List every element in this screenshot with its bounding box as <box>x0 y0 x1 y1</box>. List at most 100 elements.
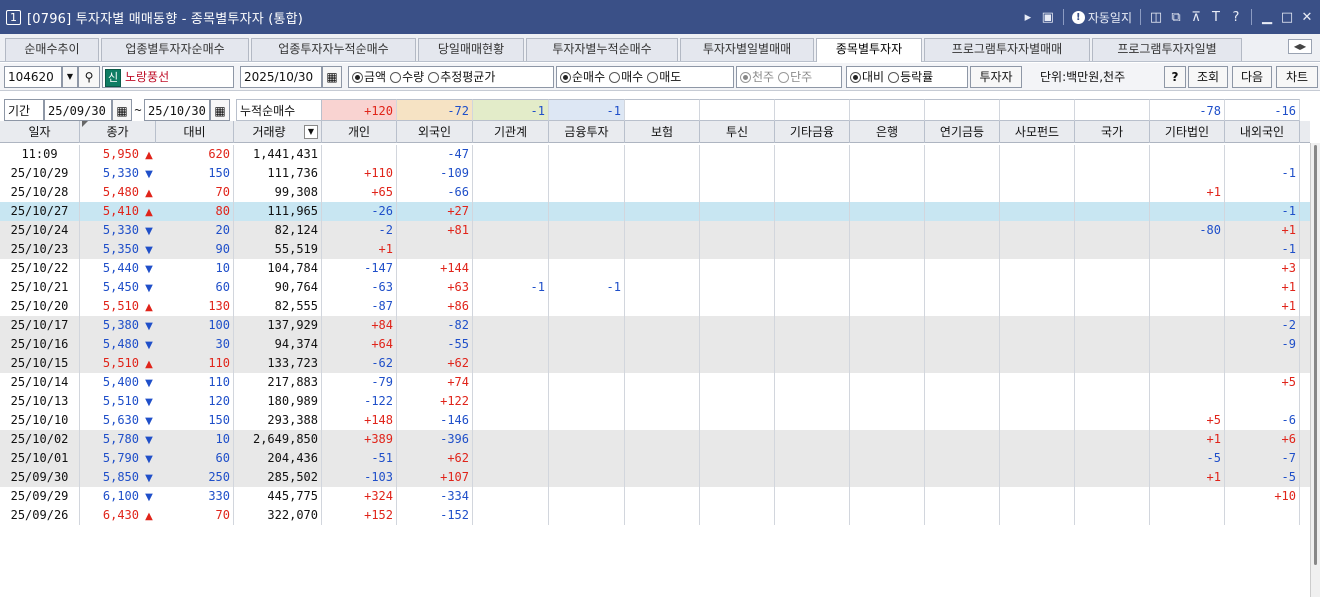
calendar-icon[interactable]: ▦ <box>322 66 342 88</box>
table-row[interactable]: 25/10/22 5,440 ▼ 10 104,784 -147 +144 +3 <box>0 259 1310 278</box>
col-date[interactable]: 일자 <box>0 121 80 143</box>
table-row[interactable]: 25/10/23 5,350 ▼ 90 55,519 +1 -1 <box>0 240 1310 259</box>
col-institution[interactable]: 기관계 <box>473 121 549 143</box>
tab-net-buy-trend[interactable]: 순매수추이 <box>5 38 99 61</box>
table-row[interactable]: 25/10/01 5,790 ▼ 60 204,436 -51 +62 -5 -7 <box>0 449 1310 468</box>
table-row[interactable]: 25/09/29 6,100 ▼ 330 445,775 +324 -334 +10 <box>0 487 1310 506</box>
date-input[interactable]: 2025/10/30 <box>240 66 322 88</box>
volume-dropdown-icon[interactable]: ▼ <box>304 125 318 139</box>
radio-sell[interactable]: 매도 <box>647 67 681 87</box>
table-row[interactable]: 25/10/10 5,630 ▼ 150 293,388 +148 -146 +5 -6 <box>0 411 1310 430</box>
period-from-calendar-icon[interactable]: ▦ <box>112 99 132 121</box>
cell-empty <box>625 221 700 240</box>
next-button[interactable]: 다음 <box>1232 66 1272 88</box>
scrollbar-thumb[interactable] <box>1314 145 1317 565</box>
window-link-icon[interactable]: ⧉ <box>1169 10 1183 25</box>
screen-icon[interactable]: ▣ <box>1041 10 1055 25</box>
radio-quantity[interactable]: 수량 <box>390 67 424 87</box>
cell-empty <box>925 506 1000 525</box>
tab-daily-trade-status[interactable]: 당일매매현황 <box>418 38 524 61</box>
col-close[interactable]: 종가 <box>80 121 156 143</box>
query-button[interactable]: 조회 <box>1188 66 1228 88</box>
minimize-icon[interactable]: ▁ <box>1260 10 1274 25</box>
pin-icon[interactable]: ⊼ <box>1189 10 1203 25</box>
radio-amount[interactable]: 금액 <box>352 67 386 87</box>
table-row[interactable]: 25/10/27 5,410 ▲ 80 111,965 -26 +27 -1 <box>0 202 1310 221</box>
tab-scroll-arrows[interactable]: ◀▶ <box>1288 39 1312 54</box>
tab-sector-investor-cumulative[interactable]: 업종투자자누적순매수 <box>251 38 416 61</box>
investor-button[interactable]: 투자자 <box>970 66 1022 88</box>
table-row[interactable]: 25/10/17 5,380 ▼ 100 137,929 +84 -82 -2 <box>0 316 1310 335</box>
radio-estimated-avg-price[interactable]: 추정평균가 <box>428 67 495 87</box>
title-bar-controls: ▸ ▣ ! 자동일지 ◫ ⧉ ⊼ T ? ▁ □ ✕ <box>1021 0 1314 34</box>
period-to-calendar-icon[interactable]: ▦ <box>210 99 230 121</box>
chart-button[interactable]: 차트 <box>1276 66 1318 88</box>
col-foreign[interactable]: 외국인 <box>397 121 473 143</box>
table-row[interactable]: 25/10/24 5,330 ▼ 20 82,124 -2 +81 -80 +1 <box>0 221 1310 240</box>
table-row[interactable]: 25/10/02 5,780 ▼ 10 2,649,850 +389 -396 +1 +6 <box>0 430 1310 449</box>
col-financial-investment[interactable]: 금융투자 <box>549 121 625 143</box>
table-row[interactable]: 25/09/30 5,850 ▼ 250 285,502 -103 +107 +1 -5 <box>0 468 1310 487</box>
autolog-toggle[interactable]: ! 자동일지 <box>1071 9 1132 26</box>
stock-code-input[interactable]: 104620 <box>4 66 62 88</box>
maximize-icon[interactable]: □ <box>1280 10 1294 25</box>
col-pension[interactable]: 연기금등 <box>925 121 1000 143</box>
table-row[interactable]: 25/10/14 5,400 ▼ 110 217,883 -79 +74 +5 <box>0 373 1310 392</box>
col-volume[interactable]: 거래량 ▼ <box>234 121 322 143</box>
col-other-finance[interactable]: 기타금융 <box>775 121 850 143</box>
window-layout-icon[interactable]: ◫ <box>1149 10 1163 25</box>
col-other-corp[interactable]: 기타법인 <box>1150 121 1225 143</box>
radio-change-rate[interactable]: 등락률 <box>888 67 933 87</box>
table-row[interactable]: 25/09/26 6,430 ▲ 70 322,070 +152 -152 <box>0 506 1310 525</box>
cell-empty <box>1075 506 1150 525</box>
stock-code-dropdown-icon[interactable]: ▼ <box>62 66 78 88</box>
cell-date: 25/10/21 <box>0 278 80 297</box>
tab-stock-investor[interactable]: 종목별투자자 <box>816 38 922 62</box>
cell-dom: +1 <box>1225 297 1300 316</box>
window-number[interactable]: 1 <box>6 9 21 25</box>
table-row[interactable]: 25/10/16 5,480 ▼ 30 94,374 +64 -55 -9 <box>0 335 1310 354</box>
vertical-scrollbar[interactable] <box>1310 143 1320 597</box>
radio-thousand-shares[interactable]: 천주 <box>740 67 774 87</box>
table-row[interactable]: 25/10/13 5,510 ▼ 120 180,989 -122 +122 <box>0 392 1310 411</box>
table-row[interactable]: 25/10/29 5,330 ▼ 150 111,736 +110 -109 -1 <box>0 164 1310 183</box>
col-individual[interactable]: 개인 <box>322 121 397 143</box>
tab-investor-cumulative-net-buy[interactable]: 투자자별누적순매수 <box>526 38 678 61</box>
radio-buy[interactable]: 매수 <box>609 67 643 87</box>
period-to-input[interactable]: 25/10/30 <box>144 99 210 121</box>
close-icon[interactable]: ✕ <box>1300 10 1314 25</box>
help-icon[interactable]: ? <box>1229 10 1243 25</box>
cell-vol: 217,883 <box>234 373 322 392</box>
tab-program-investor-daily[interactable]: 프로그램투자자일별 <box>1092 38 1242 61</box>
font-size-icon[interactable]: T <box>1209 10 1223 25</box>
col-trust[interactable]: 투신 <box>700 121 775 143</box>
table-row[interactable]: 25/10/28 5,480 ▲ 70 99,308 +65 -66 +1 <box>0 183 1310 202</box>
cell-date: 25/10/15 <box>0 354 80 373</box>
cell-fin <box>549 430 625 449</box>
col-insurance[interactable]: 보험 <box>625 121 700 143</box>
col-private-fund[interactable]: 사모펀드 <box>1000 121 1075 143</box>
radio-change[interactable]: 대비 <box>850 67 884 87</box>
search-icon[interactable]: ⚲ <box>78 66 100 88</box>
tab-sector-investor-net-buy[interactable]: 업종별투자자순매수 <box>101 38 249 61</box>
play-icon[interactable]: ▸ <box>1021 10 1035 25</box>
table-row[interactable]: 25/10/21 5,450 ▼ 60 90,764 -63 +63 -1 -1 +1 <box>0 278 1310 297</box>
radio-net-buy[interactable]: 순매수 <box>560 67 605 87</box>
table-row[interactable]: 25/10/15 5,510 ▲ 110 133,723 -62 +62 <box>0 354 1310 373</box>
cell-dom: -2 <box>1225 316 1300 335</box>
stock-name-field[interactable]: 신 노랑풍선 <box>102 66 234 88</box>
col-domestic-foreign[interactable]: 내외국인 <box>1225 121 1300 143</box>
col-government[interactable]: 국가 <box>1075 121 1150 143</box>
col-change[interactable]: 대비 <box>156 121 234 143</box>
table-row[interactable]: 25/10/20 5,510 ▲ 130 82,555 -87 +86 +1 <box>0 297 1310 316</box>
cell-fgn: +74 <box>397 373 473 392</box>
table-row[interactable]: 11:09 5,950 ▲ 620 1,441,431 -47 <box>0 145 1310 164</box>
cell-date: 25/10/24 <box>0 221 80 240</box>
radio-single-shares[interactable]: 단주 <box>778 67 812 87</box>
tab-program-investor-trade[interactable]: 프로그램투자자별매매 <box>924 38 1090 61</box>
help-button[interactable]: ? <box>1164 66 1186 88</box>
period-from-input[interactable]: 25/09/30 <box>44 99 112 121</box>
tab-investor-daily-trade[interactable]: 투자자별일별매매 <box>680 38 814 61</box>
col-bank[interactable]: 은행 <box>850 121 925 143</box>
cell-empty <box>775 506 850 525</box>
